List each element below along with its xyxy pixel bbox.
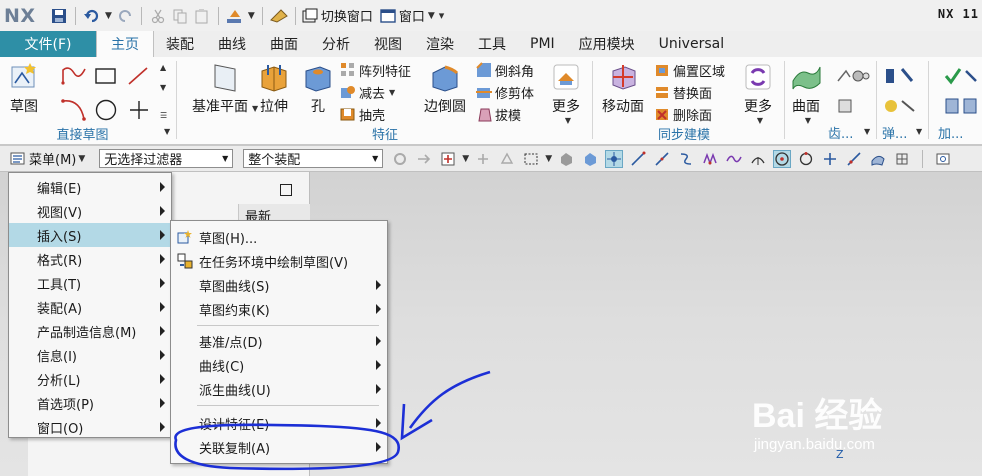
- annotation-arrowhead: [400, 403, 433, 441]
- baidu-logo: Bai 经验: [752, 397, 883, 435]
- z-axis-label: Z: [836, 448, 844, 461]
- annotation-ellipse: [174, 423, 400, 471]
- baidu-url: jingyan.baidu.com: [754, 436, 875, 453]
- annotation-arrow: [408, 370, 491, 429]
- baidu-watermark: Bai 经验 jingyan.baidu.com: [752, 388, 883, 453]
